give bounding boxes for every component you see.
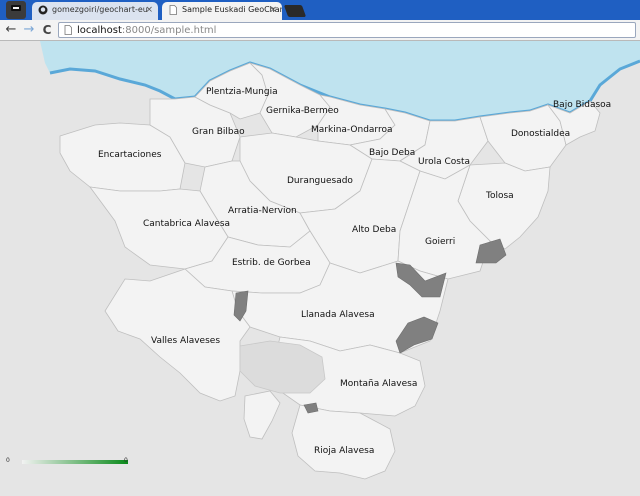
legend-gradient-bar xyxy=(22,460,128,464)
geochart-page: Plentzia-Mungia Gernika-Bermeo Bajo Bida… xyxy=(0,41,640,496)
euskadi-geochart-map[interactable]: Plentzia-Mungia Gernika-Bermeo Bajo Bida… xyxy=(0,41,640,496)
label-cantabrica-alavesa: Cantabrica Alavesa xyxy=(143,219,230,229)
label-donostialdea: Donostialdea xyxy=(511,129,570,139)
label-llanada-alavesa: Llanada Alavesa xyxy=(301,310,375,320)
legend-min-value: 0 xyxy=(6,457,10,464)
browser-toolbar: ← → C localhost:8000/sample.html xyxy=(0,20,640,41)
tab-strip: gomezgoiri/geochart-eu × Sample Euskadi … xyxy=(0,0,640,20)
label-gran-bilbao: Gran Bilbao xyxy=(192,127,245,137)
label-alto-deba: Alto Deba xyxy=(352,225,396,235)
label-tolosa: Tolosa xyxy=(485,191,514,201)
label-urola-costa: Urola Costa xyxy=(418,157,470,167)
region-exclave-south[interactable] xyxy=(243,390,281,440)
label-bajo-bidasoa: Bajo Bidasoa xyxy=(553,100,611,110)
page-icon xyxy=(64,25,72,35)
close-tab-icon[interactable]: × xyxy=(269,4,277,16)
label-bajo-deba: Bajo Deba xyxy=(369,148,415,158)
incognito-avatar-icon[interactable] xyxy=(6,1,26,19)
label-plentzia-mungia: Plentzia-Mungia xyxy=(206,87,278,97)
reload-button[interactable]: C xyxy=(39,22,55,38)
label-rioja-alavesa: Rioja Alavesa xyxy=(314,446,374,456)
page-icon xyxy=(169,5,177,15)
label-encartaciones: Encartaciones xyxy=(98,150,162,160)
region-rioja-alavesa[interactable] xyxy=(291,404,396,480)
tab-github[interactable]: gomezgoiri/geochart-eu × xyxy=(32,2,158,20)
label-estrib-de-gorbea: Estrib. de Gorbea xyxy=(232,258,311,268)
tab-title: gomezgoiri/geochart-eu xyxy=(52,5,148,14)
label-duranguesado: Duranguesado xyxy=(287,176,353,186)
github-icon xyxy=(38,5,48,15)
tab-title: Sample Euskadi GeoChart xyxy=(182,5,282,14)
new-tab-button[interactable] xyxy=(283,5,307,17)
address-bar[interactable]: localhost:8000/sample.html xyxy=(58,22,636,38)
label-arratia-nervion: Arratia-Nervion xyxy=(228,206,297,216)
close-tab-icon[interactable]: × xyxy=(145,4,153,16)
back-button[interactable]: ← xyxy=(3,22,19,38)
label-markina-ondarroa: Markina-Ondarroa xyxy=(311,125,393,135)
label-montana-alavesa: Montaña Alavesa xyxy=(340,379,417,389)
forward-button[interactable]: → xyxy=(21,22,37,38)
label-valles-alaveses: Valles Alaveses xyxy=(151,336,220,346)
label-gernika-bermeo: Gernika-Bermeo xyxy=(266,106,339,116)
tab-sample-geochart[interactable]: Sample Euskadi GeoChart × xyxy=(162,2,282,20)
url-text[interactable]: localhost:8000/sample.html xyxy=(77,24,216,37)
label-goierri: Goierri xyxy=(425,237,455,247)
legend-max-value: 0 xyxy=(124,457,128,464)
